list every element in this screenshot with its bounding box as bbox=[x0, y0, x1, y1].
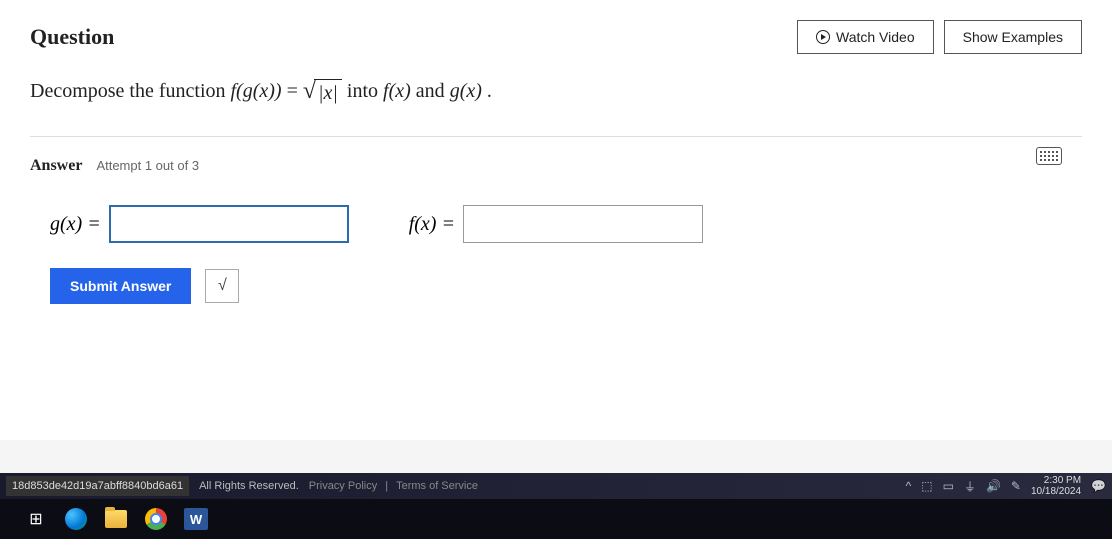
time-text: 2:30 PM bbox=[1031, 475, 1081, 486]
prompt-f: f(x) bbox=[383, 80, 411, 102]
play-icon bbox=[816, 30, 830, 44]
battery-icon[interactable]: ▭ bbox=[943, 479, 954, 493]
submit-button[interactable]: Submit Answer bbox=[50, 268, 191, 304]
task-view-button[interactable]: ⊞ bbox=[20, 503, 52, 535]
chevron-up-icon[interactable]: ^ bbox=[906, 479, 912, 493]
sqrt-tool-button[interactable]: √ bbox=[205, 269, 239, 303]
show-examples-label: Show Examples bbox=[963, 29, 1063, 45]
word-button[interactable]: W bbox=[180, 503, 212, 535]
prompt-composite: f(g(x)) bbox=[231, 80, 282, 102]
answer-section: Answer Attempt 1 out of 3 g(x) = f(x) = … bbox=[30, 136, 1082, 304]
g-input-group: g(x) = bbox=[50, 205, 349, 243]
keyboard-icon[interactable] bbox=[1036, 147, 1062, 165]
submit-row: Submit Answer √ bbox=[50, 268, 1082, 304]
notification-icon[interactable]: 💬 bbox=[1091, 479, 1106, 493]
prompt-equals: = bbox=[287, 80, 303, 102]
folder-icon bbox=[105, 510, 127, 528]
inputs-row: g(x) = f(x) = bbox=[50, 205, 1082, 243]
f-input-group: f(x) = bbox=[409, 205, 703, 243]
answer-header: Answer Attempt 1 out of 3 bbox=[30, 157, 1082, 175]
footer-left: 18d853de42d19a7abff8840bd6a61 All Rights… bbox=[6, 476, 478, 496]
date-text: 10/18/2024 bbox=[1031, 486, 1081, 497]
edge-icon bbox=[65, 508, 87, 530]
edge-button[interactable] bbox=[60, 503, 92, 535]
header-buttons: Watch Video Show Examples bbox=[797, 20, 1082, 54]
pen-icon[interactable]: ✎ bbox=[1011, 479, 1021, 493]
prompt-middle: into bbox=[347, 80, 383, 102]
header-row: Question Watch Video Show Examples bbox=[30, 20, 1082, 54]
clock[interactable]: 2:30 PM 10/18/2024 bbox=[1031, 475, 1081, 497]
show-examples-button[interactable]: Show Examples bbox=[944, 20, 1082, 54]
prompt-g: g(x) bbox=[450, 80, 482, 102]
chrome-icon bbox=[145, 508, 167, 530]
footer-links: Privacy Policy | Terms of Service bbox=[309, 480, 478, 492]
chrome-button[interactable] bbox=[140, 503, 172, 535]
watch-video-button[interactable]: Watch Video bbox=[797, 20, 934, 54]
f-label: f(x) = bbox=[409, 213, 455, 236]
system-tray: ^ ⬚ ▭ ⏚ 🔊 ✎ 2:30 PM 10/18/2024 💬 bbox=[906, 475, 1106, 497]
explorer-button[interactable] bbox=[100, 503, 132, 535]
watch-video-label: Watch Video bbox=[836, 29, 915, 45]
tray-icon[interactable]: ⬚ bbox=[921, 479, 932, 493]
word-icon: W bbox=[184, 508, 208, 530]
g-input[interactable] bbox=[109, 205, 349, 243]
sqrt-expression: √ |x| bbox=[303, 79, 342, 106]
taskbar: ⊞ W bbox=[0, 499, 1112, 539]
prompt-suffix: . bbox=[487, 80, 492, 102]
terms-link[interactable]: Terms of Service bbox=[396, 480, 478, 492]
f-input[interactable] bbox=[463, 205, 703, 243]
sqrt-argument: |x| bbox=[314, 79, 342, 106]
question-title: Question bbox=[30, 24, 114, 50]
privacy-link[interactable]: Privacy Policy bbox=[309, 480, 377, 492]
answer-label: Answer bbox=[30, 157, 82, 175]
question-prompt: Decompose the function f(g(x)) = √ |x| i… bbox=[30, 79, 1082, 106]
attempt-text: Attempt 1 out of 3 bbox=[96, 158, 199, 173]
footer-bar: 18d853de42d19a7abff8840bd6a61 All Rights… bbox=[0, 473, 1112, 499]
question-panel: Question Watch Video Show Examples Decom… bbox=[0, 0, 1112, 440]
divider: | bbox=[385, 480, 388, 492]
volume-icon[interactable]: 🔊 bbox=[986, 479, 1001, 493]
wifi-icon[interactable]: ⏚ bbox=[964, 478, 976, 495]
prompt-and: and bbox=[416, 80, 450, 102]
rights-text: All Rights Reserved. bbox=[199, 480, 299, 492]
g-label: g(x) = bbox=[50, 213, 101, 236]
prompt-prefix: Decompose the function bbox=[30, 80, 231, 102]
hash-text: 18d853de42d19a7abff8840bd6a61 bbox=[6, 476, 189, 496]
